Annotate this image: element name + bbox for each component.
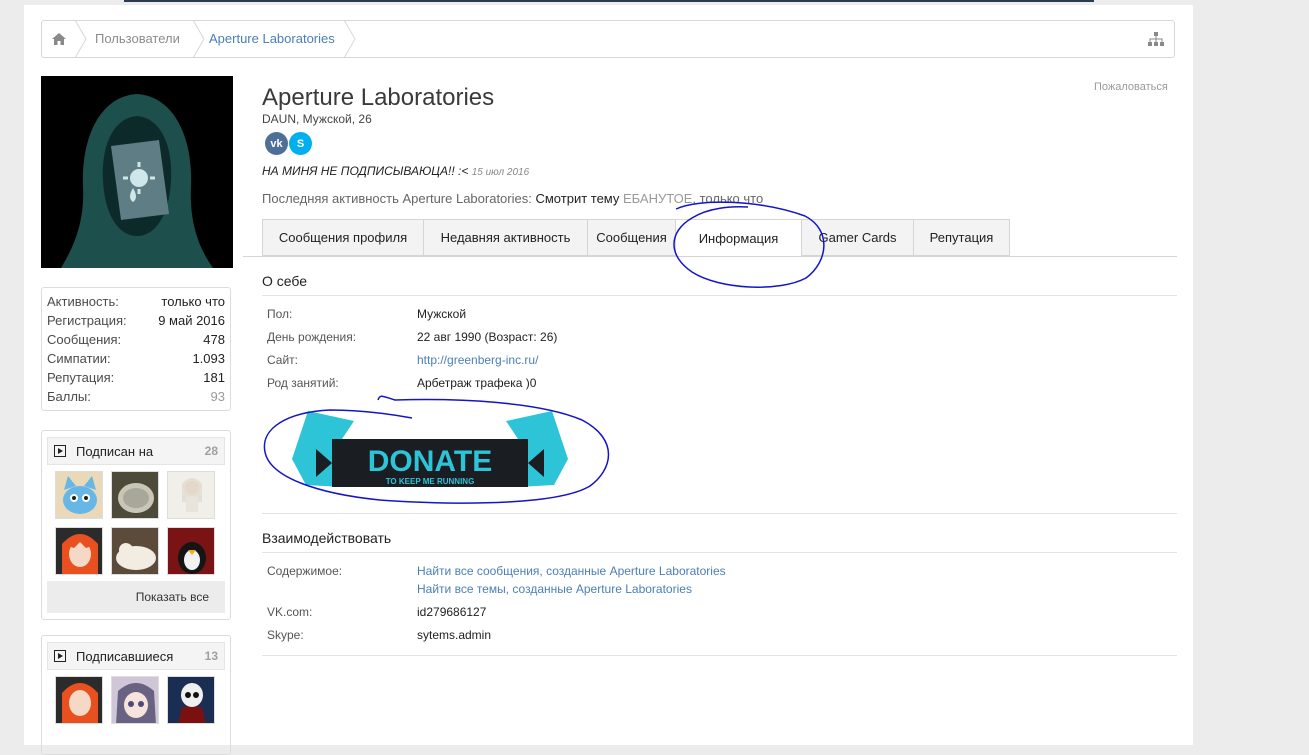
interact-label: Skype:: [267, 628, 304, 642]
following-avatar[interactable]: [111, 471, 159, 519]
following-avatar[interactable]: [111, 527, 159, 575]
last-activity-action: Смотрит тему: [535, 191, 620, 206]
play-box-icon: [54, 650, 66, 662]
stat-row-registration: Регистрация: 9 май 2016: [47, 313, 225, 332]
show-all-button[interactable]: Показать все: [47, 581, 225, 613]
status-date: 15 июл 2016: [471, 167, 530, 178]
following-avatar[interactable]: [167, 527, 215, 575]
about-title: О себе: [262, 273, 308, 289]
tab-information[interactable]: Информация: [675, 219, 802, 257]
breadcrumb-separator: [75, 20, 87, 58]
profile-page: Пользователи Aperture Laboratories Актив…: [24, 5, 1193, 755]
about-value: 22 авг 1990 (Возраст: 26): [417, 330, 558, 344]
stat-row-activity: Активность: только что: [47, 294, 225, 313]
following-count: 28: [204, 444, 218, 458]
stat-value: только что: [161, 294, 225, 309]
vk-icon[interactable]: vk: [265, 132, 288, 155]
stat-row-messages: Сообщения: 478: [47, 332, 225, 351]
skype-value: sytems.admin: [417, 628, 492, 642]
last-activity-thread-link[interactable]: ЕБАНУТОЕ: [623, 191, 692, 206]
sitemap-icon[interactable]: [1148, 32, 1164, 51]
play-box-icon: [54, 445, 66, 457]
top-bar-strip: [124, 0, 1094, 2]
breadcrumb-users[interactable]: Пользователи: [95, 31, 180, 46]
tabs-underline: [243, 256, 1177, 257]
followers-title: Подписавшиеся: [76, 648, 174, 664]
stat-value[interactable]: 93: [211, 389, 225, 408]
follower-avatar[interactable]: [55, 676, 103, 724]
profile-stats: Активность: только что Регистрация: 9 май …: [41, 287, 231, 411]
stat-row-reputation: Репутация: 181: [47, 370, 225, 389]
tab-recent-activity[interactable]: Недавняя активность: [423, 219, 588, 256]
stat-label: Симпатии:: [47, 351, 111, 366]
stat-label: Активность:: [47, 294, 119, 309]
donate-subtext: TO KEEP ME RUNNING: [386, 477, 475, 486]
about-label: День рождения:: [267, 330, 357, 344]
profile-status: НА МИНЯ НЕ ПОДПИСЫВАЮЦА!! :< 15 июл 2016: [262, 164, 529, 178]
breadcrumb-separator: [193, 20, 205, 58]
following-avatar[interactable]: [55, 527, 103, 575]
following-avatar[interactable]: [55, 471, 103, 519]
followers-count: 13: [204, 649, 218, 663]
following-avatar[interactable]: [167, 471, 215, 519]
find-all-threads-link[interactable]: Найти все темы, созданные Aperture Labor…: [417, 582, 692, 596]
interact-title: Взаимодействовать: [262, 530, 392, 546]
vk-value: id279686127: [417, 605, 487, 619]
home-icon: [52, 33, 66, 45]
about-value: Мужской: [417, 307, 467, 321]
last-activity-prefix: Последняя активность Aperture Laboratori…: [262, 191, 532, 206]
stat-value[interactable]: 181: [203, 370, 225, 389]
stat-value: 9 май 2016: [158, 313, 225, 328]
stat-label: Регистрация:: [47, 313, 127, 328]
profile-username: Aperture Laboratories: [262, 84, 495, 111]
tab-gamer-cards[interactable]: Gamer Cards: [801, 219, 914, 256]
donate-text: DONATE: [368, 445, 492, 478]
donate-banner[interactable]: DONATE TO KEEP ME RUNNING: [292, 411, 568, 493]
about-label: Пол:: [267, 307, 293, 321]
tab-profile-posts[interactable]: Сообщения профиля: [262, 219, 424, 256]
stat-label: Баллы:: [47, 389, 91, 404]
stat-value: 1.093: [192, 351, 225, 366]
interact-label: VK.com:: [267, 605, 313, 619]
report-link[interactable]: Пожаловаться: [1094, 81, 1168, 93]
website-link[interactable]: http://greenberg-inc.ru/: [417, 353, 538, 367]
interact-divider: [262, 552, 1177, 553]
breadcrumb: Пользователи Aperture Laboratories: [41, 20, 1175, 58]
about-value: Арбетраж трафека )0: [417, 376, 537, 390]
stat-row-points: Баллы: 93: [47, 389, 225, 408]
profile-avatar[interactable]: [41, 76, 233, 268]
following-header: Подписан на 28: [47, 437, 225, 465]
tab-reputation[interactable]: Репутация: [913, 219, 1010, 256]
last-activity: Последняя активность Aperture Laboratori…: [262, 191, 763, 206]
find-all-posts-link[interactable]: Найти все сообщения, созданные Aperture …: [417, 564, 726, 578]
about-label: Род занятий:: [267, 376, 339, 390]
skype-icon[interactable]: S: [289, 132, 312, 155]
interact-label: Содержимое:: [267, 564, 343, 578]
profile-subline: DAUN, Мужской, 26: [262, 112, 372, 126]
stat-row-likes: Симпатии: 1.093: [47, 351, 225, 370]
follower-avatar[interactable]: [167, 676, 215, 724]
follower-avatar[interactable]: [111, 676, 159, 724]
status-text: НА МИНЯ НЕ ПОДПИСЫВАЮЦА!! :<: [262, 164, 469, 178]
stat-value[interactable]: 478: [203, 332, 225, 351]
breadcrumb-separator: [344, 20, 356, 58]
breadcrumb-home[interactable]: [42, 21, 76, 57]
stat-label: Репутация:: [47, 370, 115, 385]
about-divider: [262, 295, 1177, 296]
following-title: Подписан на: [76, 443, 154, 459]
about-label: Сайт:: [267, 353, 299, 367]
interact-bottom-divider: [262, 655, 1177, 656]
tab-messages[interactable]: Сообщения: [587, 219, 676, 256]
breadcrumb-current[interactable]: Aperture Laboratories: [209, 31, 335, 46]
following-box: Подписан на 28 Показать все: [41, 430, 231, 620]
followers-box: Подписавшиеся 13: [41, 635, 231, 755]
interact-top-divider: [262, 513, 1177, 514]
stat-label: Сообщения:: [47, 332, 122, 347]
followers-header: Подписавшиеся 13: [47, 642, 225, 670]
last-activity-time: , только что: [692, 191, 764, 206]
